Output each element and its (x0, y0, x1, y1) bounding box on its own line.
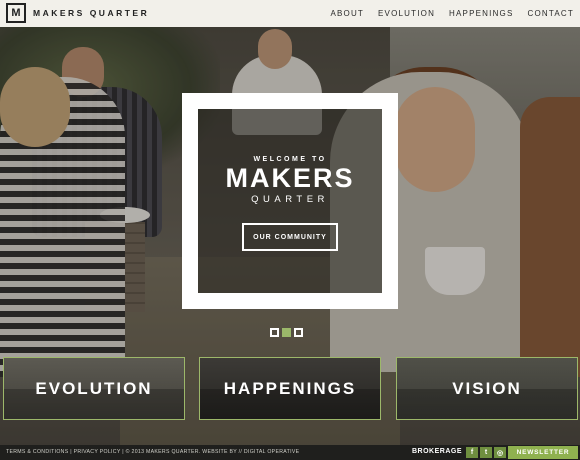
agency-link[interactable]: DIGITAL OPERATIVE (244, 449, 299, 455)
brokerage-link[interactable]: BROKERAGE (412, 448, 462, 455)
nav-contact[interactable]: CONTACT (528, 9, 574, 18)
site-header: M MAKERS QUARTER ABOUT EVOLUTION HAPPENI… (0, 0, 580, 27)
our-community-button[interactable]: OUR COMMUNITY (242, 223, 338, 251)
welcome-subtitle: QUARTER (251, 194, 329, 205)
instagram-icon[interactable]: ◎ (494, 447, 506, 458)
logo-mark-icon: M (6, 3, 26, 23)
welcome-title: MAKERS (225, 163, 355, 193)
social-links: f t ◎ (466, 447, 506, 458)
footer-separator: // (238, 449, 243, 455)
slider-dot-3[interactable] (294, 328, 303, 337)
nav-evolution[interactable]: EVOLUTION (378, 9, 435, 18)
slider-dot-2[interactable] (282, 328, 291, 337)
tile-happenings[interactable]: HAPPENINGS (199, 357, 381, 420)
welcome-content: WELCOME TO MAKERS QUARTER OUR COMMUNITY (198, 109, 382, 293)
copyright-text: © 2013 MAKERS QUARTER. WEBSITE BY (125, 449, 237, 455)
nav-about[interactable]: ABOUT (330, 9, 364, 18)
nav-happenings[interactable]: HAPPENINGS (449, 9, 513, 18)
privacy-link[interactable]: PRIVACY POLICY (74, 449, 121, 455)
footer-separator: | (122, 449, 124, 455)
welcome-pre-title: WELCOME TO (253, 156, 327, 163)
tile-evolution[interactable]: EVOLUTION (3, 357, 185, 420)
footer-separator: | (70, 449, 72, 455)
facebook-icon[interactable]: f (466, 447, 478, 458)
site-footer: TERMS & CONDITIONS | PRIVACY POLICY | © … (0, 445, 580, 460)
twitter-icon[interactable]: t (480, 447, 492, 458)
slider-dot-1[interactable] (270, 328, 279, 337)
welcome-box: WELCOME TO MAKERS QUARTER OUR COMMUNITY (182, 93, 398, 309)
tile-evolution-label: EVOLUTION (35, 378, 153, 398)
footer-legal: TERMS & CONDITIONS | PRIVACY POLICY | © … (6, 449, 299, 455)
site-logo[interactable]: M MAKERS QUARTER (6, 3, 149, 23)
newsletter-button[interactable]: NEWSLETTER (508, 446, 578, 459)
tile-vision[interactable]: VISION (396, 357, 578, 420)
tile-vision-label: VISION (452, 378, 522, 398)
terms-link[interactable]: TERMS & CONDITIONS (6, 449, 68, 455)
main-nav: ABOUT EVOLUTION HAPPENINGS CONTACT (330, 0, 574, 27)
tile-happenings-label: HAPPENINGS (223, 378, 357, 398)
slider-dots (270, 328, 303, 337)
logo-text: MAKERS QUARTER (33, 8, 150, 18)
